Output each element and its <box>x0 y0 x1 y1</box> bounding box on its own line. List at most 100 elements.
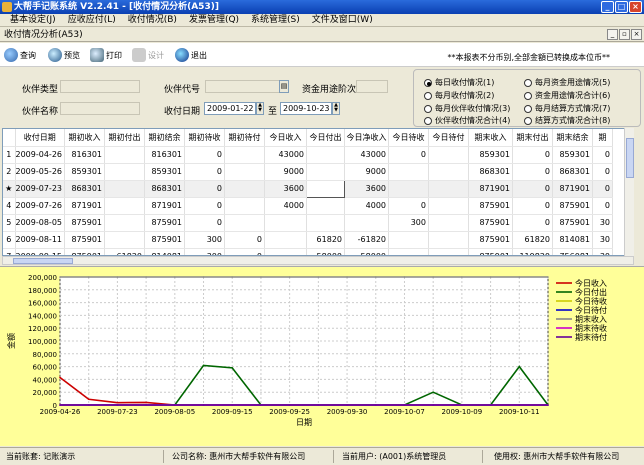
table-cell[interactable]: 0 <box>592 180 613 198</box>
table-row[interactable]: 4 2009-07-26 871901 871901 0 4000 4000 0 875901 0… <box>3 197 613 215</box>
partner-type-field[interactable] <box>60 80 140 93</box>
exit-button[interactable]: 退出 <box>175 46 207 64</box>
radio-monthly-payments[interactable]: 每月收付情况(2) <box>424 90 494 101</box>
column-header[interactable]: 期末收入 <box>468 129 513 147</box>
table-cell[interactable]: 2009-07-26 <box>15 197 65 215</box>
table-cell[interactable]: 9000 <box>344 163 389 181</box>
table-cell[interactable]: -61820 <box>344 231 389 249</box>
query-button[interactable]: 查询 <box>4 46 36 64</box>
table-cell[interactable] <box>264 231 307 249</box>
minimize-button[interactable]: _ <box>601 1 614 13</box>
menu-basic-settings[interactable]: 基本设定(J) <box>4 14 62 26</box>
column-header[interactable]: 期末付出 <box>512 129 553 147</box>
table-cell[interactable] <box>104 197 145 215</box>
table-cell[interactable] <box>264 214 307 232</box>
table-cell[interactable] <box>388 231 429 249</box>
radio-settlement-total[interactable]: 结算方式情况合计(8) <box>524 115 610 126</box>
column-header[interactable]: 期末结余 <box>552 129 593 147</box>
table-cell[interactable]: 875901 <box>468 248 513 255</box>
table-cell[interactable] <box>104 146 145 164</box>
table-cell[interactable]: 3600 <box>264 180 307 198</box>
table-cell[interactable]: 814081 <box>552 231 593 249</box>
print-button[interactable]: 打印 <box>90 46 122 64</box>
date-to-input[interactable]: 2009-10-23 <box>280 102 332 115</box>
table-cell[interactable] <box>224 197 265 215</box>
table-cell[interactable] <box>388 180 429 198</box>
table-cell[interactable]: 859301 <box>144 163 185 181</box>
table-cell[interactable]: 0 <box>184 180 225 198</box>
partner-lookup-button[interactable]: ▤ <box>279 80 289 93</box>
table-cell[interactable]: 300 <box>184 231 225 249</box>
table-cell[interactable] <box>104 180 145 198</box>
close-button[interactable]: × <box>629 1 642 13</box>
radio-monthly-fund-usage[interactable]: 每月资金用途情况(5) <box>524 77 610 88</box>
column-header[interactable]: 收付日期 <box>15 129 65 147</box>
table-cell[interactable] <box>428 146 469 164</box>
row-indicator[interactable]: 6 <box>3 231 16 249</box>
table-cell[interactable]: 868301 <box>64 180 105 198</box>
table-cell[interactable]: 0 <box>512 146 553 164</box>
date-to-spinner[interactable]: ▲ ▼ <box>332 102 340 115</box>
date-from-input[interactable]: 2009-01-22 <box>204 102 256 115</box>
table-cell[interactable] <box>428 197 469 215</box>
row-indicator[interactable]: 5 <box>3 214 16 232</box>
table-cell[interactable] <box>224 163 265 181</box>
row-indicator[interactable]: 4 <box>3 197 16 215</box>
table-cell[interactable]: 3600 <box>344 180 389 198</box>
table-cell[interactable]: 859301 <box>552 146 593 164</box>
table-cell[interactable]: 0 <box>512 197 553 215</box>
table-cell[interactable]: 871901 <box>64 197 105 215</box>
table-cell[interactable]: 2009-05-26 <box>15 163 65 181</box>
table-cell[interactable]: 871901 <box>144 197 185 215</box>
table-cell[interactable]: 871901 <box>552 180 593 198</box>
table-row[interactable]: 72009-09-1587590161820814081300058000-58… <box>3 248 613 255</box>
table-cell[interactable]: 2009-04-26 <box>15 146 65 164</box>
table-cell[interactable] <box>428 163 469 181</box>
column-header[interactable]: 期 <box>592 129 613 147</box>
partner-name-field[interactable] <box>60 102 140 115</box>
column-header[interactable]: 期初结余 <box>144 129 185 147</box>
scroll-thumb[interactable] <box>13 258 73 264</box>
grid-horizontal-scrollbar[interactable] <box>2 256 634 265</box>
partner-code-field[interactable] <box>205 80 288 93</box>
table-cell[interactable]: 875901 <box>468 231 513 249</box>
radio-monthly-partner-payments[interactable]: 每月伙伴收付情况(3) <box>424 103 510 114</box>
table-cell[interactable]: 875901 <box>64 248 105 255</box>
table-cell[interactable]: 875901 <box>64 214 105 232</box>
table-cell[interactable]: 2009-08-05 <box>15 214 65 232</box>
table-cell[interactable] <box>428 231 469 249</box>
table-cell[interactable] <box>306 146 345 164</box>
table-cell[interactable] <box>344 214 389 232</box>
row-indicator[interactable]: ★ <box>3 180 16 198</box>
table-cell[interactable] <box>428 214 469 232</box>
table-cell[interactable]: 859301 <box>64 163 105 181</box>
table-cell[interactable]: 868301 <box>468 163 513 181</box>
table-cell[interactable]: 0 <box>388 146 429 164</box>
date-from-spinner[interactable]: ▲ ▼ <box>256 102 264 115</box>
table-cell[interactable]: 0 <box>592 146 613 164</box>
table-cell[interactable]: 119820 <box>512 248 553 255</box>
table-cell[interactable]: 0 <box>512 214 553 232</box>
table-cell[interactable]: 868301 <box>552 163 593 181</box>
table-cell[interactable]: 816301 <box>64 146 105 164</box>
table-cell[interactable]: 43000 <box>264 146 307 164</box>
sub-minimize-button[interactable]: _ <box>607 29 618 40</box>
menu-receivables-payables[interactable]: 应收应付(L) <box>62 14 122 26</box>
sub-close-button[interactable]: × <box>631 29 642 40</box>
table-cell[interactable]: 300 <box>388 214 429 232</box>
scroll-thumb[interactable] <box>626 138 634 178</box>
table-cell[interactable] <box>428 180 469 198</box>
table-cell[interactable]: 875901 <box>144 214 185 232</box>
table-cell[interactable]: 4000 <box>344 197 389 215</box>
table-cell[interactable]: 0 <box>184 197 225 215</box>
table-row[interactable]: 2 2009-05-26 859301 859301 0 9000 9000 868301 0 8… <box>3 163 613 181</box>
table-cell[interactable] <box>428 248 469 255</box>
table-cell[interactable]: 875901 <box>552 214 593 232</box>
table-cell[interactable]: 2009-08-11 <box>15 231 65 249</box>
table-row[interactable]: 1 2009-04-26 816301 816301 0 43000 43000 0 85930… <box>3 146 613 164</box>
table-cell[interactable]: 875901 <box>468 197 513 215</box>
table-cell[interactable] <box>388 163 429 181</box>
table-cell[interactable]: 61820 <box>512 231 553 249</box>
maximize-button[interactable]: □ <box>615 1 628 13</box>
table-cell[interactable]: 58000 <box>306 248 345 255</box>
